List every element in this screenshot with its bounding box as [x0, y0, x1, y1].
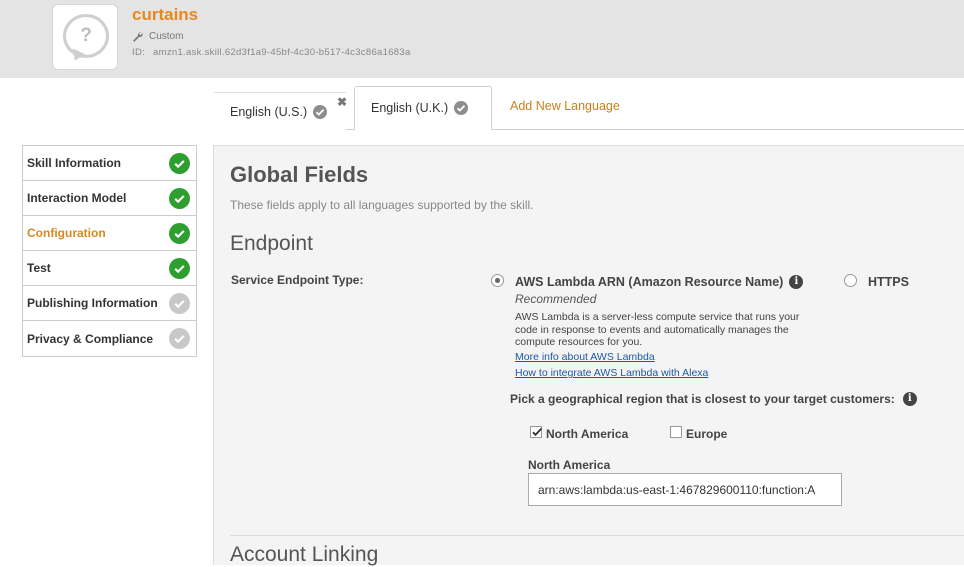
- skill-id-label: ID:: [132, 47, 146, 58]
- check-circle-icon: [169, 292, 190, 314]
- check-circle-icon: [169, 328, 190, 349]
- europe-checkbox[interactable]: [670, 426, 682, 438]
- page-title: Global Fields: [230, 162, 369, 187]
- skill-id: ID: amzn1.ask.skill.62d3f1a9-45bf-4c30-b5…: [132, 47, 411, 58]
- integrate-lambda-link[interactable]: How to integrate AWS Lambda with Alexa: [515, 367, 708, 379]
- sidebar-item-skill-information[interactable]: Skill Information: [23, 146, 196, 181]
- https-label: HTTPS: [868, 275, 909, 289]
- skill-id-value: amzn1.ask.skill.62d3f1a9-45bf-4c30-b517-…: [153, 47, 411, 58]
- https-radio[interactable]: [844, 274, 857, 287]
- sidebar-item-label: Publishing Information: [27, 296, 158, 310]
- service-endpoint-type-label: Service Endpoint Type:: [231, 273, 364, 287]
- north-america-checkbox[interactable]: [530, 426, 543, 438]
- close-icon[interactable]: ✖: [337, 95, 347, 109]
- lambda-description: AWS Lambda is a server-less compute serv…: [515, 311, 800, 348]
- skill-header: ? curtains Custom ID: amzn1.ask.skill.62d…: [0, 0, 964, 78]
- check-icon: [454, 101, 469, 115]
- recommended-label: Recommended: [515, 292, 597, 306]
- arn-field-label: North America: [528, 458, 611, 472]
- region-prompt: Pick a geographical region that is close…: [510, 392, 917, 406]
- sidebar-item-configuration[interactable]: Configuration: [23, 216, 196, 251]
- check-icon: [313, 104, 328, 119]
- skill-type: Custom: [132, 31, 183, 42]
- lambda-arn-label: AWS Lambda ARN (Amazon Resource Name): [515, 275, 784, 289]
- wrench-icon: [133, 32, 143, 42]
- check-circle-icon: [169, 222, 190, 244]
- tab-label: English (U.S.): [230, 104, 308, 119]
- info-icon[interactable]: i: [902, 392, 917, 406]
- sidebar-item-label: Skill Information: [27, 156, 122, 170]
- add-language-link[interactable]: Add New Language: [510, 99, 620, 113]
- region-prompt-label: Pick a geographical region that is close…: [510, 392, 895, 406]
- tab-english-uk[interactable]: English (U.K.): [354, 86, 492, 130]
- sidebar-item-interaction-model[interactable]: Interaction Model: [23, 181, 196, 216]
- europe-label: Europe: [686, 427, 728, 441]
- sidebar-item-label: Privacy & Compliance: [27, 331, 154, 346]
- language-tabs: English (U.S.) ✖ English (U.K.) Add New …: [214, 86, 964, 130]
- page-subtitle: These fields apply to all languages supp…: [230, 198, 534, 212]
- skill-name: curtains: [132, 5, 199, 24]
- sidebar-item-privacy-compliance[interactable]: Privacy & Compliance: [23, 321, 196, 356]
- section-divider: [230, 535, 964, 536]
- lambda-arn-input[interactable]: [528, 473, 842, 506]
- sidebar-item-test[interactable]: Test: [23, 251, 196, 286]
- sidebar-item-label: Interaction Model: [27, 191, 127, 205]
- question-bubble-icon: ?: [63, 14, 109, 58]
- more-info-lambda-link[interactable]: More info about AWS Lambda: [515, 351, 655, 363]
- north-america-label: North America: [546, 427, 629, 441]
- sidebar-item-label: Test: [27, 261, 51, 275]
- check-circle-icon: [169, 257, 190, 279]
- info-icon[interactable]: i: [789, 275, 804, 289]
- account-linking-section-title: Account Linking: [230, 543, 379, 566]
- check-circle-icon: [169, 152, 190, 174]
- sidebar: Skill Information Interaction Model Conf…: [22, 145, 197, 357]
- check-circle-icon: [169, 187, 190, 209]
- sidebar-item-label: Configuration: [27, 226, 106, 240]
- global-fields-panel: Global Fields These fields apply to all …: [213, 145, 964, 566]
- sidebar-item-publishing-information[interactable]: Publishing Information: [23, 286, 196, 321]
- skill-icon: ?: [52, 4, 118, 70]
- tab-english-us[interactable]: English (U.S.) ✖: [214, 92, 347, 130]
- endpoint-section-title: Endpoint: [230, 232, 313, 255]
- skill-type-label: Custom: [149, 31, 184, 42]
- tab-label: English (U.K.): [371, 101, 449, 115]
- lambda-arn-radio[interactable]: [491, 274, 504, 287]
- lambda-arn-option: AWS Lambda ARN (Amazon Resource Name) i: [515, 275, 804, 289]
